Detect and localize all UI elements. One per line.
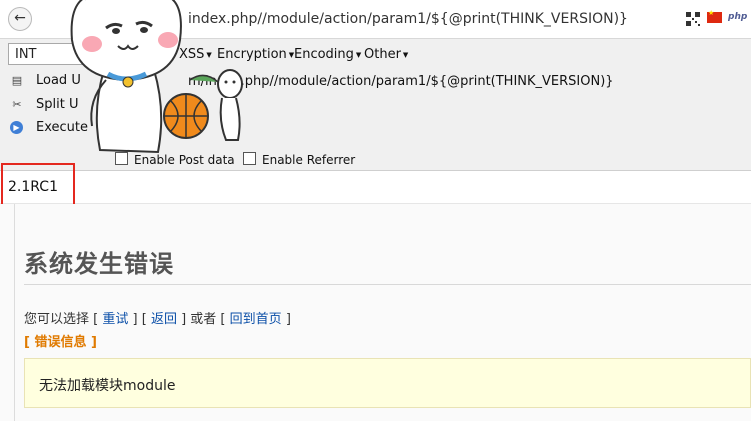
php-icon[interactable]: php <box>728 12 747 22</box>
retry-link[interactable]: 重试 <box>102 312 128 327</box>
scissors-icon: ✂ <box>12 98 22 111</box>
menu-label: Encoding <box>294 47 354 62</box>
home-link[interactable]: 回到首页 <box>230 312 282 327</box>
qr-code-icon[interactable] <box>686 12 700 26</box>
highlight-box <box>1 163 75 207</box>
options-suffix: ] <box>285 312 291 327</box>
error-info-heading: [ 错误信息 ] <box>24 335 97 350</box>
page-title: 系统发生错误 <box>24 250 174 278</box>
menu-encoding[interactable]: Encoding ▼ <box>294 47 361 62</box>
options-line: 您可以选择 [ 重试 ] [ 返回 ] 或者 [ 回到首页 ] <box>24 308 291 327</box>
enable-referrer-label: Enable Referrer <box>262 153 356 167</box>
dropdown-arrow-icon: ▼ <box>402 50 409 59</box>
play-icon: ▶ <box>10 121 23 134</box>
options-separator: ] [ <box>132 312 147 327</box>
dropdown-arrow-icon: ▼ <box>355 50 362 59</box>
output-row: 2.1RC1 <box>0 171 751 204</box>
back-arrow-icon[interactable]: ← <box>8 7 32 31</box>
divider <box>24 284 751 285</box>
divider <box>14 204 15 421</box>
load-url-icon: ▤ <box>11 74 23 87</box>
enable-referrer-checkbox[interactable]: Enable Referrer <box>243 152 355 167</box>
error-message-box: 无法加载模块module <box>24 358 751 408</box>
cartoon-sticker-icon <box>70 0 243 154</box>
error-message: 无法加载模块module <box>39 378 176 394</box>
address-bar[interactable]: index.php//module/action/param1/${@print… <box>188 11 628 27</box>
options-separator: ] 或者 [ <box>181 312 226 327</box>
menu-other[interactable]: Other ▼ <box>364 47 408 62</box>
menu-label: Other <box>364 47 401 62</box>
back-link[interactable]: 返回 <box>151 312 177 327</box>
china-flag-icon[interactable] <box>707 9 722 23</box>
options-prefix: 您可以选择 [ <box>24 312 99 327</box>
